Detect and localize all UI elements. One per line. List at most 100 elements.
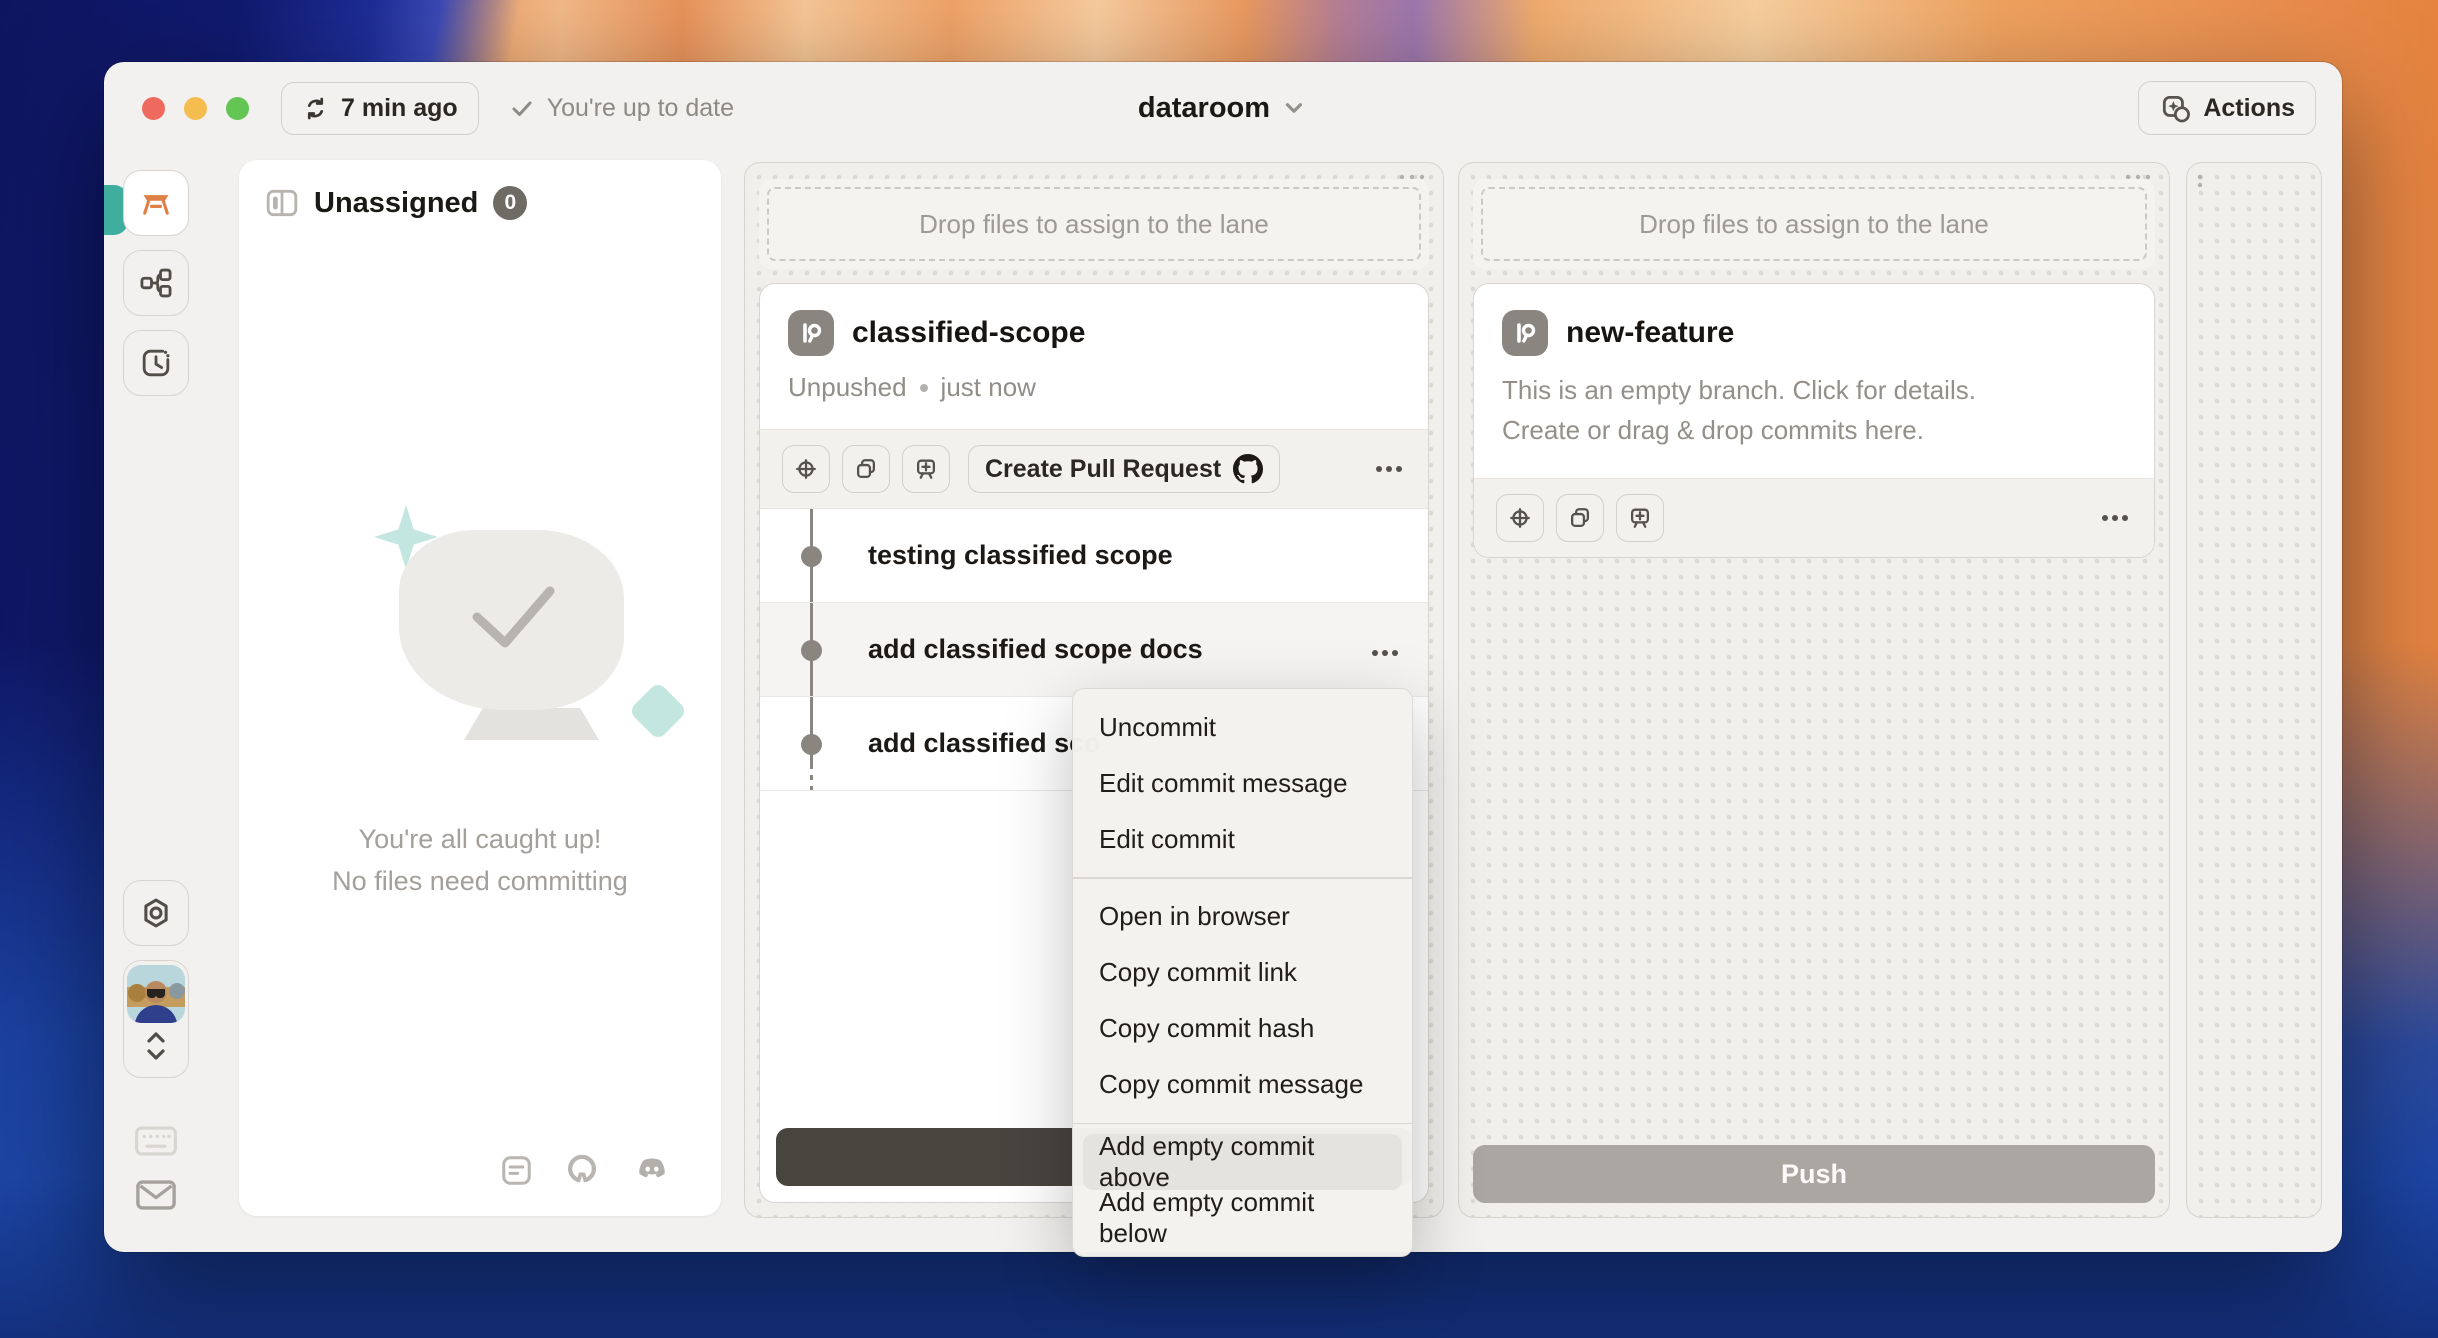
copy-branch-button[interactable] (842, 445, 890, 493)
update-status-label: You're up to date (546, 93, 735, 122)
update-status: You're up to date (509, 94, 734, 123)
drag-handle-icon[interactable] (2195, 173, 2209, 189)
illustration-base (464, 708, 599, 740)
lane-new-feature: Drop files to assign to the lane new-fea… (1458, 162, 2170, 1218)
branch-meta: Unpushed just now (788, 372, 1400, 403)
unassigned-panel: Unassigned 0 You're all caught up! No fi… (239, 160, 721, 1216)
project-name: dataroom (1137, 91, 1271, 124)
menu-item-copy-commit-message[interactable]: Copy commit message (1073, 1057, 1412, 1113)
commit-context-menu: Uncommit Edit commit message Edit commit… (1072, 688, 1413, 1257)
empty-state-illustration (239, 480, 721, 810)
copy-icon (1570, 508, 1590, 528)
keyboard-shortcuts-button[interactable] (134, 1124, 178, 1158)
actions-label: Actions (2203, 93, 2295, 122)
branch-header: classified-scope Unpushed just now (760, 284, 1428, 429)
menu-item-edit-commit[interactable]: Edit commit (1073, 811, 1412, 867)
branch-header: new-feature (1474, 284, 2154, 356)
commit-message: add classified scope docs (868, 634, 1203, 664)
project-selector[interactable]: dataroom (1138, 62, 1308, 154)
mail-icon (136, 1180, 176, 1210)
branch-card-new-feature[interactable]: new-feature This is an empty branch. Cli… (1473, 283, 2155, 558)
commit-kebab-menu[interactable] (1382, 649, 1388, 656)
assign-target-button[interactable] (782, 445, 830, 493)
meta-separator-dot (919, 383, 928, 392)
branch-kebab-menu[interactable] (2112, 515, 2118, 521)
add-commit-icon (916, 459, 936, 479)
unassigned-title: Unassigned (314, 186, 479, 219)
unassigned-count-badge: 0 (493, 186, 528, 220)
account-switcher[interactable] (123, 960, 189, 1078)
actions-button[interactable]: Actions (2138, 81, 2316, 135)
commit-row[interactable]: testing classified scope (760, 509, 1428, 603)
diamond-icon (628, 681, 688, 741)
assign-target-button[interactable] (1496, 494, 1544, 542)
sidebar-item-workspace[interactable] (123, 170, 189, 236)
branch-badge-icon (788, 310, 834, 356)
branch-name: classified-scope (852, 316, 1086, 349)
history-icon (142, 349, 170, 377)
branch-toolbar: Create Pull Request (760, 429, 1428, 509)
check-icon (512, 101, 532, 116)
fetch-label: 7 min ago (341, 93, 458, 122)
drop-zone-hint: Drop files to assign to the lane (1639, 208, 1989, 239)
unassigned-header: Unassigned 0 (239, 160, 721, 220)
branch-name: new-feature (1566, 316, 1735, 349)
menu-separator (1073, 1122, 1412, 1124)
add-dependent-branch-button[interactable] (902, 445, 950, 493)
menu-item-copy-commit-hash[interactable]: Copy commit hash (1073, 1001, 1412, 1057)
settings-button[interactable] (123, 880, 189, 946)
chevron-down-icon (1285, 103, 1303, 113)
fetch-button[interactable]: 7 min ago (281, 81, 479, 135)
menu-item-uncommit[interactable]: Uncommit (1073, 699, 1412, 755)
discord-icon[interactable] (629, 1152, 675, 1188)
branch-time: just now (940, 372, 1036, 402)
app-window: 7 min ago You're up to date dataroom Act… (104, 62, 2342, 1257)
menu-item-copy-commit-link[interactable]: Copy commit link (1073, 945, 1412, 1001)
branch-kebab-menu[interactable] (1386, 466, 1392, 472)
drop-files-zone[interactable]: Drop files to assign to the lane (1473, 179, 2155, 269)
push-button[interactable]: Push (1473, 1145, 2155, 1203)
branch-badge-icon (1502, 310, 1548, 356)
gear-icon (144, 898, 168, 928)
sidebar-item-branches[interactable] (123, 250, 189, 316)
drop-files-zone[interactable]: Drop files to assign to the lane (759, 179, 1429, 269)
assign-target-icon (796, 459, 816, 479)
copy-icon (856, 459, 876, 479)
chevron-updown-icon (147, 1032, 165, 1060)
commit-message: testing classified scope (868, 540, 1173, 570)
github-icon (1233, 454, 1264, 484)
titlebar: 7 min ago You're up to date dataroom Act… (104, 62, 2342, 154)
drop-zone-hint: Drop files to assign to the lane (919, 208, 1269, 239)
sidebar-item-history[interactable] (123, 330, 189, 396)
create-pull-request-label: Create Pull Request (985, 454, 1222, 483)
empty-state-title: You're all caught up! (358, 824, 602, 854)
empty-branch-description: This is an empty branch. Click for detai… (1474, 356, 2154, 478)
note-icon[interactable] (498, 1152, 535, 1189)
create-pull-request-button[interactable]: Create Pull Request (968, 445, 1281, 493)
feedback-button[interactable] (134, 1176, 178, 1214)
left-sidebar (104, 62, 208, 1252)
illustration-blob (399, 530, 624, 710)
menu-item-add-empty-commit-above[interactable]: Add empty commit above (1083, 1131, 1402, 1192)
menu-item-open-in-browser[interactable]: Open in browser (1073, 889, 1412, 945)
branches-icon (140, 268, 172, 298)
branch-toolbar (1474, 478, 2154, 557)
zoom-window-button[interactable] (226, 96, 249, 120)
menu-item-edit-commit-message[interactable]: Edit commit message (1073, 755, 1412, 811)
empty-branch-line1: This is an empty branch. Click for detai… (1502, 375, 1976, 405)
avatar (127, 965, 185, 1023)
copy-branch-button[interactable] (1556, 494, 1604, 542)
lane-empty-area (1459, 572, 2169, 1145)
actions-sparkle-icon (2163, 95, 2191, 123)
lane-empty-partial (2186, 162, 2322, 1218)
commit-row[interactable]: add classified scope docs (760, 603, 1428, 697)
open-source-icon[interactable] (562, 1150, 602, 1190)
empty-state-subtitle: No files need committing (332, 866, 628, 896)
empty-branch-line2: Create or drag & drop commits here. (1502, 415, 1924, 445)
keyboard-icon (135, 1126, 177, 1156)
add-commit-icon (1630, 508, 1650, 528)
unassigned-split-icon (266, 189, 298, 217)
add-dependent-branch-button[interactable] (1616, 494, 1664, 542)
menu-item-add-empty-commit-below[interactable]: Add empty commit below (1073, 1187, 1412, 1248)
commit-message: add classified sco (868, 728, 1101, 758)
